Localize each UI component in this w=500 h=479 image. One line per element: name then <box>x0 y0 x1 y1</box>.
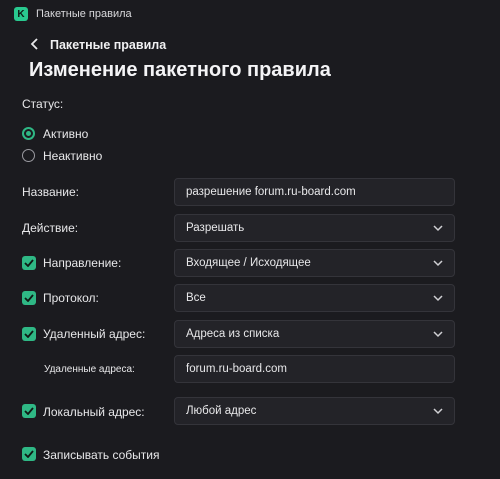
checkmark-icon <box>24 330 34 338</box>
window-title: Пакетные правила <box>36 8 132 20</box>
remote-address-label: Удаленный адрес: <box>43 327 146 341</box>
status-active-radio[interactable] <box>22 127 35 140</box>
chevron-down-icon <box>433 260 443 267</box>
status-active-label[interactable]: Активно <box>43 127 88 141</box>
chevron-left-icon <box>30 38 44 52</box>
checkmark-icon <box>24 407 34 415</box>
remote-addresses-label: Удаленные адреса: <box>44 364 135 375</box>
protocol-select[interactable]: Все <box>174 284 455 312</box>
action-value: Разрешать <box>186 222 245 234</box>
action-label: Действие: <box>22 221 79 235</box>
title-bar: K Пакетные правила <box>0 0 500 28</box>
name-input[interactable]: разрешение forum.ru-board.com <box>174 178 455 206</box>
direction-checkbox[interactable] <box>22 256 36 270</box>
name-label: Название: <box>22 185 79 199</box>
app-logo-icon: K <box>14 7 28 21</box>
chevron-down-icon <box>433 295 443 302</box>
local-address-label: Локальный адрес: <box>43 405 145 419</box>
protocol-checkbox[interactable] <box>22 291 36 305</box>
log-events-checkbox[interactable] <box>22 447 36 461</box>
action-select[interactable]: Разрешать <box>174 214 455 242</box>
remote-addresses-input[interactable]: forum.ru-board.com <box>174 355 455 383</box>
chevron-down-icon <box>433 331 443 338</box>
status-label: Статус: <box>22 97 64 111</box>
direction-value: Входящее / Исходящее <box>186 257 311 269</box>
protocol-value: Все <box>186 292 206 304</box>
status-inactive-label[interactable]: Неактивно <box>43 149 102 163</box>
chevron-down-icon <box>433 408 443 415</box>
local-address-value: Любой адрес <box>186 405 257 417</box>
back-label: Пакетные правила <box>50 38 167 52</box>
checkmark-icon <box>24 450 34 458</box>
remote-address-select[interactable]: Адреса из списка <box>174 320 455 348</box>
local-address-checkbox[interactable] <box>22 404 36 418</box>
remote-address-value: Адреса из списка <box>186 328 280 340</box>
direction-select[interactable]: Входящее / Исходящее <box>174 249 455 277</box>
chevron-down-icon <box>433 225 443 232</box>
protocol-label: Протокол: <box>43 291 99 305</box>
checkmark-icon <box>24 259 34 267</box>
remote-address-checkbox[interactable] <box>22 327 36 341</box>
back-button[interactable]: Пакетные правила <box>30 36 180 54</box>
status-inactive-radio[interactable] <box>22 149 35 162</box>
direction-label: Направление: <box>43 256 122 270</box>
page-title: Изменение пакетного правила <box>29 59 331 81</box>
checkmark-icon <box>24 294 34 302</box>
log-events-label[interactable]: Записывать события <box>43 448 159 462</box>
local-address-select[interactable]: Любой адрес <box>174 397 455 425</box>
